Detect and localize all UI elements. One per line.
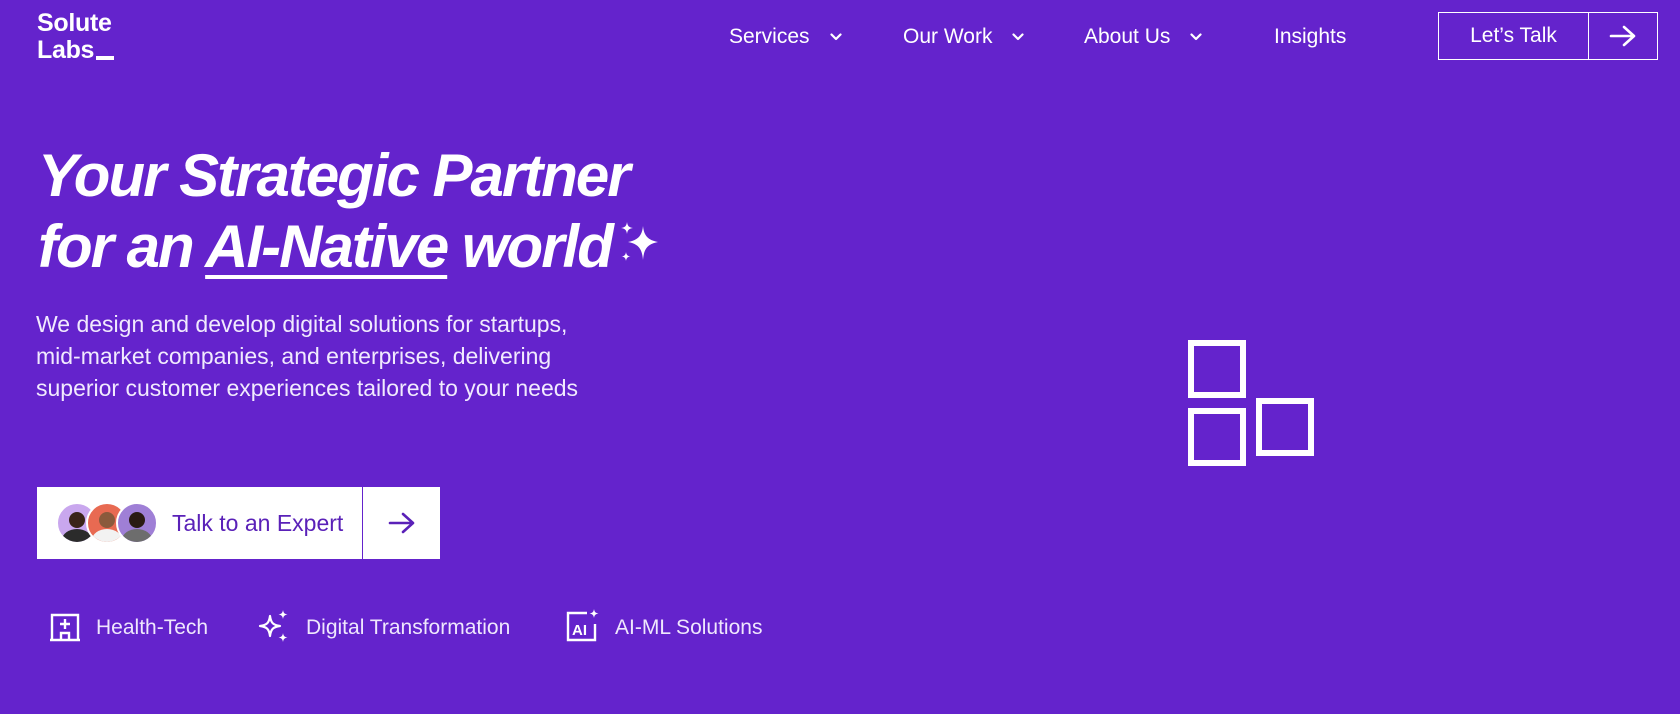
arrow-right-icon — [1589, 13, 1657, 59]
square-shape — [1188, 408, 1246, 466]
logo-line-1: Solute — [37, 9, 112, 37]
chevron-down-icon — [829, 33, 842, 41]
sparkles-icon — [256, 608, 292, 649]
hero-subtext: We design and develop digital solutions … — [36, 311, 579, 401]
ai-chip-icon: AI — [565, 608, 601, 649]
headline-line-1: Your Strategic Partner — [38, 142, 631, 209]
talk-to-expert-button[interactable]: Talk to an Expert — [37, 487, 440, 559]
logo-line-2: Labs — [37, 36, 95, 64]
avatar — [116, 502, 158, 544]
headline-line-2-pre: for an — [38, 213, 206, 280]
sparkle-icon — [618, 210, 660, 281]
hero-headline: Your Strategic Partner for an AI-Native … — [38, 140, 660, 287]
nav-item-services[interactable]: Services — [729, 24, 842, 50]
nav-item-label: Services — [729, 25, 810, 48]
tag-ai-ml-solutions: AI AI-ML Solutions — [565, 608, 762, 648]
chevron-down-icon — [1012, 33, 1025, 41]
expert-avatars — [56, 502, 158, 544]
page: Solute Labs Services Our Work About Us I… — [0, 0, 1680, 714]
logo[interactable]: Solute Labs — [37, 9, 115, 64]
square-shape — [1256, 398, 1314, 456]
nav-item-our-work[interactable]: Our Work — [903, 24, 1025, 50]
nav-item-insights[interactable]: Insights — [1274, 24, 1346, 50]
tag-health-tech: Health-Tech — [48, 608, 208, 648]
logo-underscore — [96, 56, 115, 60]
tag-label: Health-Tech — [96, 616, 209, 639]
nav-item-about-us[interactable]: About Us — [1084, 24, 1202, 50]
svg-text:AI: AI — [572, 622, 587, 639]
hospital-icon — [48, 609, 82, 648]
squares-graphic — [1188, 338, 1314, 466]
nav-item-label: About Us — [1084, 25, 1171, 48]
square-shape — [1188, 340, 1246, 398]
talk-to-expert-label: Talk to an Expert — [172, 509, 344, 536]
chevron-down-icon — [1190, 33, 1202, 41]
lets-talk-button[interactable]: Let’s Talk — [1438, 12, 1658, 60]
arrow-right-icon — [363, 487, 440, 559]
tag-digital-transformation: Digital Transformation — [256, 608, 510, 648]
tag-label: AI-ML Solutions — [615, 616, 763, 639]
nav-item-label: Our Work — [903, 25, 993, 48]
headline-highlight: AI-Native — [205, 213, 449, 280]
nav-item-label: Insights — [1274, 25, 1347, 48]
lets-talk-label: Let’s Talk — [1439, 13, 1589, 59]
headline-line-2-post: world — [447, 213, 614, 280]
tag-label: Digital Transformation — [306, 616, 511, 639]
